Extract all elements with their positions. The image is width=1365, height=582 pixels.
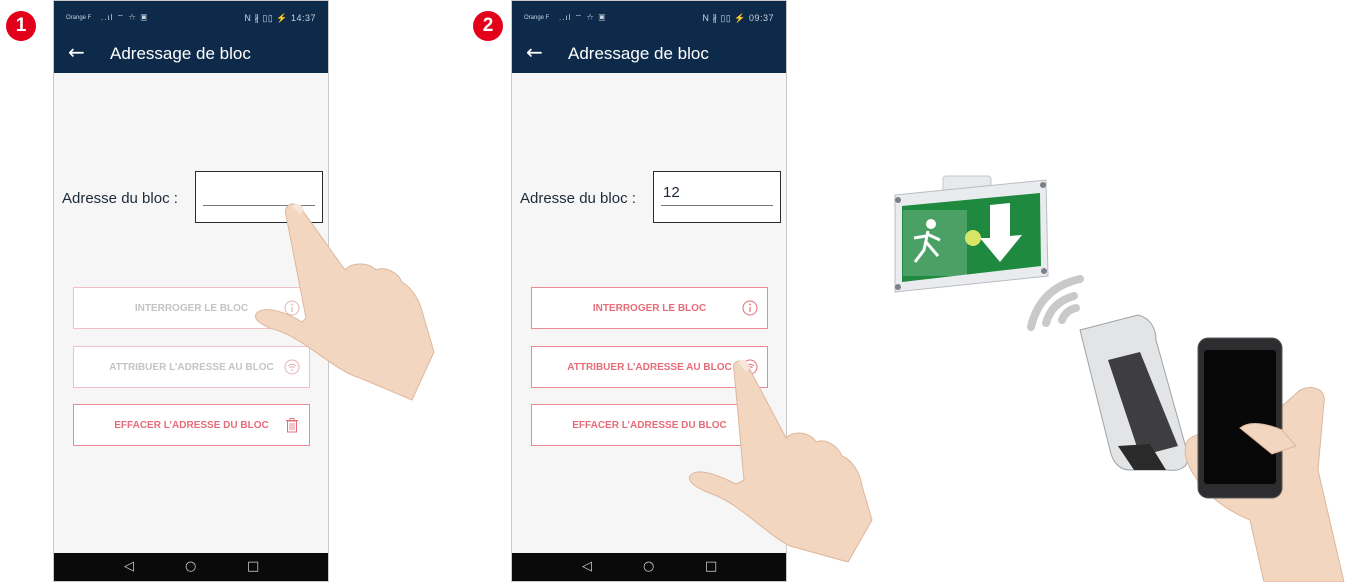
wifi-circle-icon [742, 359, 758, 375]
query-block-button[interactable]: INTERROGER LE BLOC [73, 287, 310, 329]
page-title: Adressage de bloc [110, 44, 251, 63]
app-bar: ← Adressage de bloc [512, 33, 786, 73]
status-bar: Orange F ..ıl ⌔ ☆ ▣ N ∦ ▯▯ ⚡ 09:37 [512, 1, 786, 33]
nav-home-icon[interactable]: ○ [185, 559, 196, 574]
address-input[interactable]: 12 [653, 171, 781, 223]
phone-screen-2: Orange F ..ıl ⌔ ☆ ▣ N ∦ ▯▯ ⚡ 09:37 ← Adr… [511, 0, 787, 582]
query-block-label: INTERROGER LE BLOC [134, 302, 249, 314]
step-1-badge: 1 [6, 11, 36, 41]
nav-back-icon[interactable]: ◁ [582, 559, 592, 574]
status-clock: N ∦ ▯▯ ⚡ 14:37 [244, 13, 316, 23]
step-2-badge: 2 [473, 11, 503, 41]
status-clock: N ∦ ▯▯ ⚡ 09:37 [702, 13, 774, 23]
nav-recent-icon[interactable]: □ [705, 559, 717, 574]
back-arrow-icon[interactable]: ← [526, 40, 543, 64]
exit-sign-block [894, 175, 1049, 293]
input-underline [203, 205, 315, 206]
erase-address-button[interactable]: EFFACER L’ADRESSE DU BLOC [73, 404, 310, 446]
signal-icons: ..ıl ⌔ ☆ ▣ [101, 13, 149, 22]
assign-address-button[interactable]: ATTRIBUER L’ADRESSE AU BLOC [531, 346, 768, 388]
input-underline [661, 205, 773, 206]
wireless-waves-icon [1027, 275, 1084, 331]
app-bar: ← Adressage de bloc [54, 33, 328, 73]
phone-screen-1: Orange F ..ıl ⌔ ☆ ▣ N ∦ ▯▯ ⚡ 14:37 ← Adr… [53, 0, 329, 582]
android-nav-bar: ◁ ○ □ [54, 553, 328, 581]
info-icon [742, 300, 758, 316]
holding-hand-with-phone [1184, 337, 1345, 582]
address-label: Adresse du bloc : [62, 190, 178, 207]
nfc-reader-device [1079, 314, 1189, 471]
erase-address-label: EFFACER L’ADRESSE DU BLOC [114, 419, 269, 431]
carrier-label: Orange F [524, 15, 550, 21]
nav-back-icon[interactable]: ◁ [124, 559, 134, 574]
signal-icons: ..ıl ⌔ ☆ ▣ [559, 13, 607, 22]
erase-address-label: EFFACER L’ADRESSE DU BLOC [572, 419, 727, 431]
wifi-circle-icon [284, 359, 300, 375]
info-icon [284, 300, 300, 316]
trash-icon [286, 418, 298, 433]
carrier-label: Orange F [66, 15, 92, 21]
address-label: Adresse du bloc : [520, 190, 636, 207]
query-block-label: INTERROGER LE BLOC [592, 302, 707, 314]
assign-address-label: ATTRIBUER L’ADRESSE AU BLOC [109, 361, 274, 373]
nav-recent-icon[interactable]: □ [247, 559, 259, 574]
android-nav-bar: ◁ ○ □ [512, 553, 786, 581]
assign-address-button[interactable]: ATTRIBUER L’ADRESSE AU BLOC [73, 346, 310, 388]
address-input[interactable] [195, 171, 323, 223]
erase-address-button[interactable]: EFFACER L’ADRESSE DU BLOC [531, 404, 768, 446]
address-value: 12 [663, 184, 680, 201]
nav-home-icon[interactable]: ○ [643, 559, 654, 574]
back-arrow-icon[interactable]: ← [68, 40, 85, 64]
assign-address-label: ATTRIBUER L’ADRESSE AU BLOC [567, 361, 732, 373]
query-block-button[interactable]: INTERROGER LE BLOC [531, 287, 768, 329]
status-bar: Orange F ..ıl ⌔ ☆ ▣ N ∦ ▯▯ ⚡ 14:37 [54, 1, 328, 33]
page-title: Adressage de bloc [568, 44, 709, 63]
